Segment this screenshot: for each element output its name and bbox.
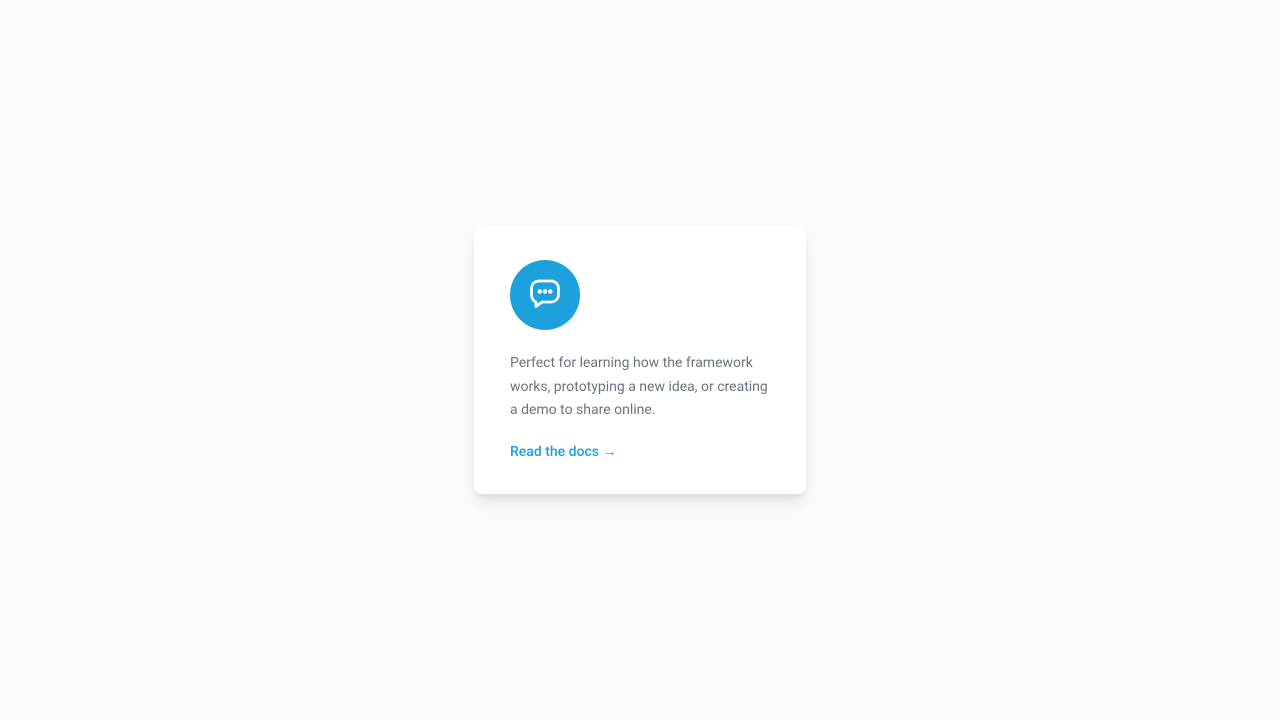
chat-bubble-icon bbox=[527, 275, 563, 315]
info-card: Perfect for learning how the framework w… bbox=[474, 226, 806, 494]
card-description: Perfect for learning how the framework w… bbox=[510, 352, 770, 423]
read-docs-link[interactable]: Read the docs → bbox=[510, 443, 616, 460]
icon-circle bbox=[510, 260, 580, 330]
